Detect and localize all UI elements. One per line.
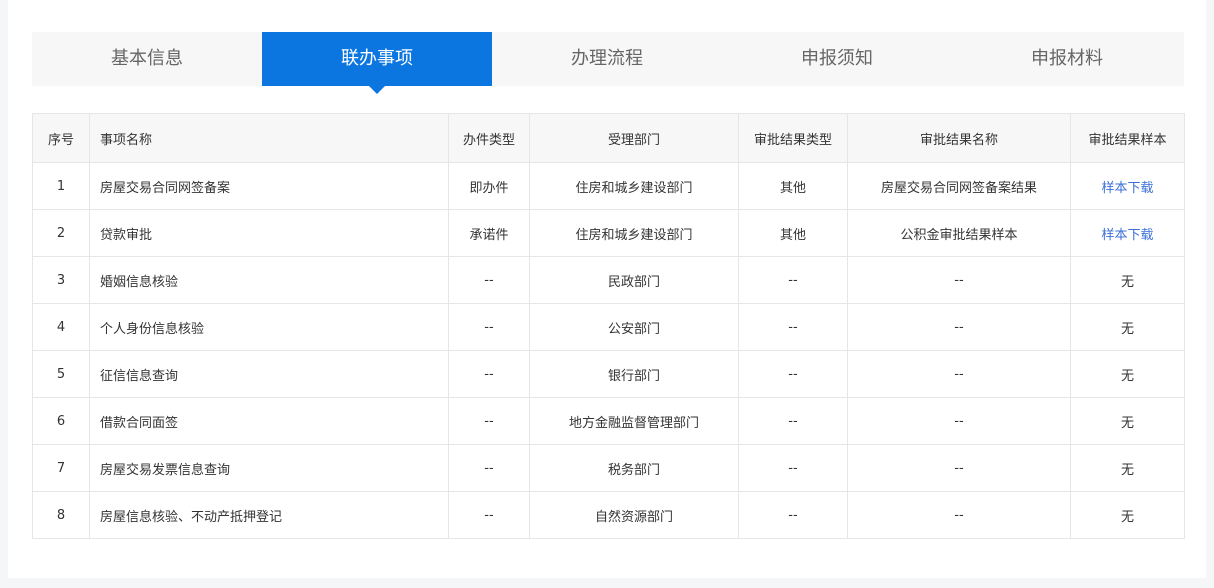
cell-result-name: --	[847, 256, 1071, 304]
sample-download-link[interactable]: 样本下载	[1101, 228, 1153, 243]
cell-result-sample: 样本下载	[1070, 162, 1185, 210]
cell-type: --	[448, 256, 530, 304]
cell-type: --	[448, 491, 530, 539]
cell-no: 2	[32, 209, 90, 257]
cell-result-type: --	[738, 444, 848, 492]
cell-result-sample: 样本下载	[1070, 209, 1185, 257]
cell-no: 6	[32, 397, 90, 445]
cell-dept: 银行部门	[529, 350, 739, 398]
table-row: 6 借款合同面签 -- 地方金融监督管理部门 -- -- 无	[32, 397, 1185, 445]
table-row: 8 房屋信息核验、不动产抵押登记 -- 自然资源部门 -- -- 无	[32, 491, 1185, 539]
tab-label: 办理流程	[571, 48, 643, 69]
content-card: 基本信息 联办事项 办理流程 申报须知 申报材料 序号 事项名称 办件类型 受理…	[8, 0, 1206, 578]
cell-result-name: 房屋交易合同网签备案结果	[847, 162, 1071, 210]
cell-result-sample: 无	[1070, 397, 1185, 445]
cell-no: 7	[32, 444, 90, 492]
cell-dept: 自然资源部门	[529, 491, 739, 539]
table-row: 7 房屋交易发票信息查询 -- 税务部门 -- -- 无	[32, 444, 1185, 492]
cell-type: --	[448, 303, 530, 351]
cell-result-name: --	[847, 303, 1071, 351]
cell-result-type: --	[738, 350, 848, 398]
table-row: 2 贷款审批 承诺件 住房和城乡建设部门 其他 公积金审批结果样本 样本下载	[32, 209, 1185, 257]
cell-item-name: 房屋信息核验、不动产抵押登记	[89, 491, 449, 539]
header-result-name: 审批结果名称	[847, 113, 1071, 163]
table-row: 3 婚姻信息核验 -- 民政部门 -- -- 无	[32, 256, 1185, 304]
cell-item-name: 房屋交易发票信息查询	[89, 444, 449, 492]
table-row: 4 个人身份信息核验 -- 公安部门 -- -- 无	[32, 303, 1185, 351]
cell-result-name: --	[847, 444, 1071, 492]
sample-download-link[interactable]: 样本下载	[1101, 181, 1153, 196]
tab-joint-items[interactable]: 联办事项	[262, 32, 492, 94]
cell-type: 承诺件	[448, 209, 530, 257]
cell-no: 5	[32, 350, 90, 398]
tab-label: 申报材料	[1031, 48, 1103, 69]
cell-result-sample: 无	[1070, 491, 1185, 539]
tab-bar: 基本信息 联办事项 办理流程 申报须知 申报材料	[32, 32, 1184, 94]
cell-result-sample: 无	[1070, 303, 1185, 351]
cell-result-sample: 无	[1070, 350, 1185, 398]
tab-process[interactable]: 办理流程	[492, 32, 722, 86]
cell-result-name: 公积金审批结果样本	[847, 209, 1071, 257]
cell-dept: 公安部门	[529, 303, 739, 351]
cell-item-name: 贷款审批	[89, 209, 449, 257]
cell-dept: 税务部门	[529, 444, 739, 492]
cell-result-type: 其他	[738, 162, 848, 210]
cell-dept: 民政部门	[529, 256, 739, 304]
tab-materials[interactable]: 申报材料	[952, 32, 1182, 86]
header-type: 办件类型	[448, 113, 530, 163]
table-row: 5 征信信息查询 -- 银行部门 -- -- 无	[32, 350, 1185, 398]
cell-no: 8	[32, 491, 90, 539]
cell-item-name: 征信信息查询	[89, 350, 449, 398]
header-item-name: 事项名称	[89, 113, 449, 163]
cell-result-type: 其他	[738, 209, 848, 257]
cell-type: --	[448, 444, 530, 492]
cell-no: 4	[32, 303, 90, 351]
cell-item-name: 借款合同面签	[89, 397, 449, 445]
cell-result-name: --	[847, 491, 1071, 539]
cell-result-sample: 无	[1070, 256, 1185, 304]
tab-notice[interactable]: 申报须知	[722, 32, 952, 86]
tab-basic-info[interactable]: 基本信息	[32, 32, 262, 86]
cell-result-type: --	[738, 397, 848, 445]
cell-dept: 地方金融监督管理部门	[529, 397, 739, 445]
cell-dept: 住房和城乡建设部门	[529, 209, 739, 257]
cell-result-type: --	[738, 303, 848, 351]
joint-items-table: 序号 事项名称 办件类型 受理部门 审批结果类型 审批结果名称 审批结果样本 1…	[32, 113, 1185, 539]
cell-result-sample: 无	[1070, 444, 1185, 492]
cell-no: 3	[32, 256, 90, 304]
tab-label: 申报须知	[801, 48, 873, 69]
cell-result-name: --	[847, 350, 1071, 398]
cell-no: 1	[32, 162, 90, 210]
cell-type: 即办件	[448, 162, 530, 210]
active-tab-arrow-icon	[369, 86, 385, 94]
header-result-sample: 审批结果样本	[1070, 113, 1185, 163]
cell-type: --	[448, 350, 530, 398]
header-no: 序号	[32, 113, 90, 163]
cell-item-name: 婚姻信息核验	[89, 256, 449, 304]
header-result-type: 审批结果类型	[738, 113, 848, 163]
table-header-row: 序号 事项名称 办件类型 受理部门 审批结果类型 审批结果名称 审批结果样本	[32, 113, 1185, 163]
table-row: 1 房屋交易合同网签备案 即办件 住房和城乡建设部门 其他 房屋交易合同网签备案…	[32, 162, 1185, 210]
header-dept: 受理部门	[529, 113, 739, 163]
cell-item-name: 个人身份信息核验	[89, 303, 449, 351]
tab-label: 基本信息	[111, 48, 183, 69]
cell-dept: 住房和城乡建设部门	[529, 162, 739, 210]
tab-label: 联办事项	[341, 48, 413, 69]
cell-type: --	[448, 397, 530, 445]
cell-result-type: --	[738, 256, 848, 304]
cell-result-name: --	[847, 397, 1071, 445]
cell-result-type: --	[738, 491, 848, 539]
cell-item-name: 房屋交易合同网签备案	[89, 162, 449, 210]
